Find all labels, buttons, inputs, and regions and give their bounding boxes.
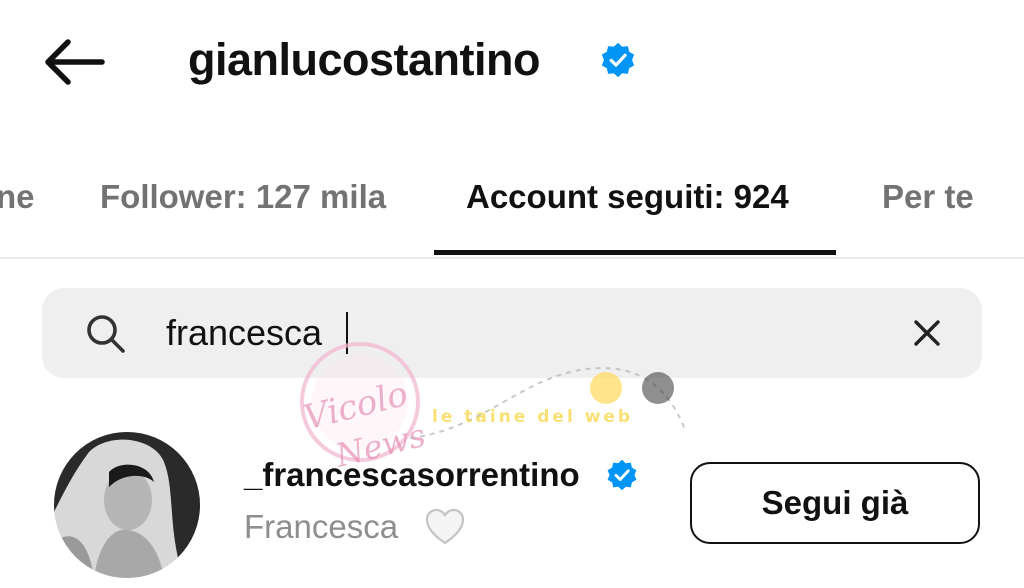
profile-photo	[54, 432, 200, 578]
tab-home[interactable]: ne	[0, 172, 35, 222]
text-caret	[346, 312, 348, 354]
tab-for-you[interactable]: Per te	[882, 172, 974, 222]
search-input[interactable]	[166, 306, 866, 360]
tab-bar: ne Follower: 127 mila Account seguiti: 9…	[0, 150, 1024, 260]
page-title: gianlucostantino	[188, 34, 541, 85]
tab-following[interactable]: Account seguiti: 924	[466, 172, 789, 222]
verified-badge-icon	[607, 459, 637, 491]
verified-badge-icon	[601, 42, 635, 78]
list-item[interactable]: _francescasorrentino Francesca Segui già	[0, 420, 1024, 588]
close-icon[interactable]	[910, 316, 944, 350]
white-heart-icon	[425, 508, 465, 545]
avatar[interactable]	[54, 432, 200, 578]
search-icon	[87, 315, 125, 353]
tabs-divider	[0, 257, 1024, 259]
username[interactable]: _francescasorrentino	[244, 452, 580, 498]
search-bar[interactable]	[42, 288, 982, 378]
active-tab-indicator	[434, 250, 836, 255]
tab-followers[interactable]: Follower: 127 mila	[100, 172, 386, 222]
full-name: Francesca	[244, 508, 399, 545]
following-button[interactable]: Segui già	[690, 462, 980, 544]
header: gianlucostantino	[0, 0, 1024, 120]
arrow-left-icon	[45, 39, 105, 85]
back-button[interactable]	[38, 34, 108, 90]
